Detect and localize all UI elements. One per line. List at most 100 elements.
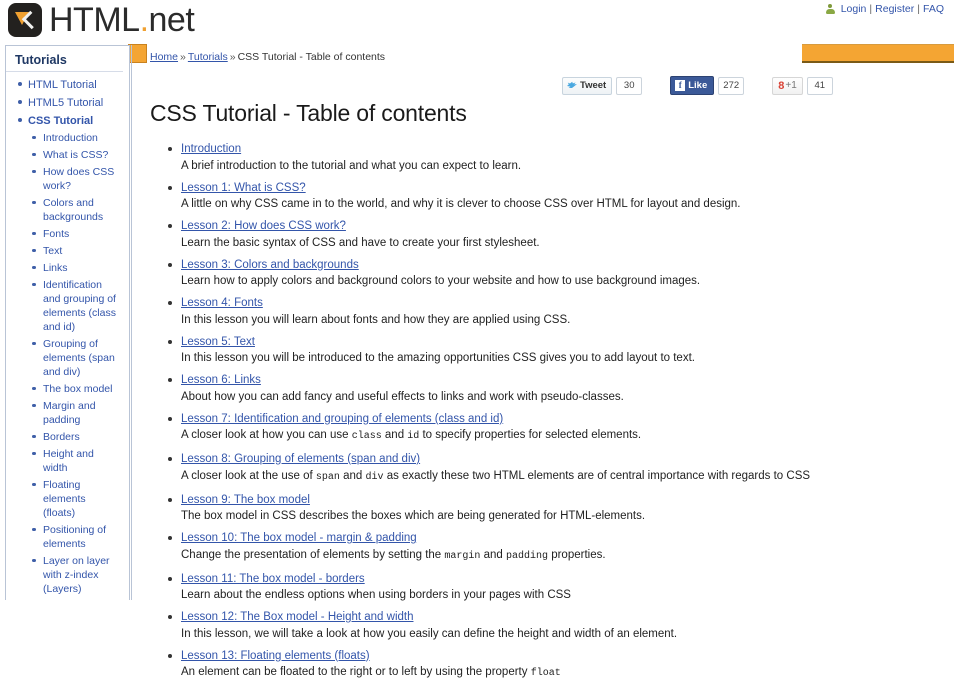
- sidebar-sublink-text[interactable]: Text: [43, 245, 62, 257]
- list-item: Introduction A brief introduction to the…: [150, 142, 940, 173]
- twitter-share[interactable]: Tweet 30: [562, 76, 643, 95]
- bullet-icon: [168, 576, 172, 581]
- sidebar-subitem[interactable]: Introduction: [28, 131, 123, 145]
- sidebar-subitem[interactable]: Height and width: [28, 447, 123, 475]
- sidebar-subitem[interactable]: Links: [28, 261, 123, 275]
- list-item: Lesson 9: The box model The box model in…: [150, 493, 940, 524]
- toc-link-lesson-9[interactable]: Lesson 9: The box model: [181, 494, 310, 506]
- bullet-icon: [18, 82, 22, 86]
- sidebar-subitem[interactable]: What is CSS?: [28, 148, 123, 162]
- social-share-bar: Tweet 30 f Like 272 8 +1 41: [562, 76, 833, 95]
- bullet-icon: [168, 339, 172, 344]
- sidebar-link-html5-tutorial[interactable]: HTML5 Tutorial: [28, 97, 103, 109]
- toc-code-class: class: [351, 431, 382, 442]
- toc-desc: Change the presentation of elements by s…: [181, 548, 940, 564]
- breadcrumb-home[interactable]: Home: [150, 51, 178, 63]
- toc-desc-pre: Learn how to apply colors and background…: [181, 275, 701, 287]
- bullet-icon: [168, 615, 172, 619]
- bullet-icon: [168, 653, 172, 658]
- breadcrumb-chevron-1: »: [180, 51, 186, 63]
- toc-link-lesson-13[interactable]: Lesson 13: Floating elements (floats): [181, 650, 370, 662]
- toc-link-lesson-3[interactable]: Lesson 3: Colors and backgrounds: [181, 259, 359, 271]
- twitter-bird-icon: [567, 81, 577, 89]
- toc-link-lesson-7[interactable]: Lesson 7: Identification and grouping of…: [181, 413, 503, 425]
- sidebar-subitem[interactable]: Borders: [28, 430, 123, 444]
- sidebar-sublink-floating-elements[interactable]: Floating elements (floats): [43, 479, 86, 519]
- sidebar-item-html-tutorial[interactable]: HTML Tutorial: [6, 77, 129, 92]
- list-item: Lesson 6: Links About how you can add fa…: [150, 373, 940, 404]
- bullet-icon: [168, 497, 172, 502]
- toc-link-lesson-1[interactable]: Lesson 1: What is CSS?: [181, 182, 306, 194]
- toc-link-introduction[interactable]: Introduction: [181, 143, 241, 155]
- sidebar-sublink-fonts[interactable]: Fonts: [43, 228, 69, 240]
- google-plus-one-button[interactable]: 8 +1: [772, 76, 803, 95]
- bullet-icon: [168, 147, 172, 151]
- toc-desc-pre: A brief introduction to the tutorial and…: [181, 159, 522, 172]
- bullet-icon: [32, 231, 36, 235]
- bullet-icon: [32, 451, 36, 455]
- site-header: HTML.net: [0, 0, 954, 44]
- toc-desc-post: as exactly these two HTML elements are o…: [383, 469, 811, 482]
- sidebar-link-css-tutorial[interactable]: CSS Tutorial: [28, 115, 93, 127]
- sidebar-sublink-links[interactable]: Links: [43, 262, 68, 274]
- toc-link-lesson-10[interactable]: Lesson 10: The box model - margin & padd…: [181, 532, 417, 544]
- list-item: Lesson 13: Floating elements (floats) An…: [150, 649, 940, 682]
- toc-desc-mid: and: [480, 548, 506, 561]
- toc-link-lesson-6[interactable]: Lesson 6: Links: [181, 374, 261, 386]
- toc-link-lesson-5[interactable]: Lesson 5: Text: [181, 336, 255, 348]
- tweet-button[interactable]: Tweet: [562, 76, 613, 95]
- toc-link-lesson-8[interactable]: Lesson 8: Grouping of elements (span and…: [181, 453, 420, 465]
- tweet-label: Tweet: [580, 80, 607, 91]
- sidebar-link-html-tutorial[interactable]: HTML Tutorial: [28, 79, 97, 91]
- sidebar-subitem[interactable]: Positioning of elements: [28, 523, 123, 551]
- toc-link-lesson-4[interactable]: Lesson 4: Fonts: [181, 297, 263, 309]
- sidebar-sublink-margin-and-padding[interactable]: Margin and padding: [43, 400, 96, 426]
- sidebar-subitem[interactable]: Identification and grouping of elements …: [28, 278, 123, 334]
- sidebar-subitem[interactable]: Floating elements (floats): [28, 478, 123, 520]
- sidebar-sublink-colors-and-backgrounds[interactable]: Colors and backgrounds: [43, 197, 103, 223]
- toc-desc: In this lesson you will be introduced to…: [181, 351, 940, 365]
- sidebar-subitem[interactable]: Colors and backgrounds: [28, 196, 123, 224]
- sidebar-subitem[interactable]: How does CSS work?: [28, 165, 123, 193]
- list-item: Lesson 12: The Box model - Height and wi…: [150, 610, 940, 641]
- toc-link-lesson-11[interactable]: Lesson 11: The box model - borders: [181, 573, 365, 585]
- facebook-like-button[interactable]: f Like: [670, 76, 715, 95]
- toc-code-span: span: [315, 471, 340, 483]
- google-plus-label: +1: [785, 80, 797, 91]
- sidebar-sublink-layer-on-layer-z-index[interactable]: Layer on layer with z-index (Layers): [43, 555, 110, 595]
- sidebar-sublink-how-does-css-work[interactable]: How does CSS work?: [43, 166, 114, 192]
- facebook-icon: f: [675, 80, 686, 91]
- google-plus-share[interactable]: 8 +1 41: [772, 76, 833, 95]
- sidebar-sublink-height-and-width[interactable]: Height and width: [43, 448, 94, 474]
- sidebar-item-html5-tutorial[interactable]: HTML5 Tutorial: [6, 95, 129, 110]
- sidebar-heading-tutorials: Tutorials: [6, 46, 123, 72]
- sidebar-subitem[interactable]: Grouping of elements (span and div): [28, 337, 123, 379]
- logo-text-dot: .: [139, 1, 149, 39]
- sidebar-sublink-grouping-of-elements[interactable]: Grouping of elements (span and div): [43, 338, 115, 378]
- breadcrumb: Home» Tutorials» CSS Tutorial - Table of c…: [150, 51, 385, 63]
- breadcrumb-tutorials[interactable]: Tutorials: [188, 51, 228, 63]
- sidebar-sublink-borders[interactable]: Borders: [43, 431, 80, 443]
- toc-desc-pre: The box model in CSS describes the boxes…: [181, 510, 646, 522]
- toc-link-lesson-12[interactable]: Lesson 12: The Box model - Height and wi…: [181, 611, 413, 623]
- sidebar-sublink-the-box-model[interactable]: The box model: [43, 383, 112, 395]
- toc-desc-pre: A closer look at how you can use: [181, 429, 352, 441]
- site-logo[interactable]: HTML.net: [8, 1, 195, 39]
- sidebar-subitem[interactable]: Margin and padding: [28, 399, 123, 427]
- toc-desc: A closer look at the use of span and div…: [181, 469, 940, 485]
- toc-desc-pre: In this lesson you will be introduced to…: [181, 352, 695, 364]
- toc-desc: A brief introduction to the tutorial and…: [181, 159, 940, 173]
- toc-link-lesson-2[interactable]: Lesson 2: How does CSS work?: [181, 220, 346, 232]
- sidebar-subitem[interactable]: The box model: [28, 382, 123, 396]
- sidebar-subitem[interactable]: Fonts: [28, 227, 123, 241]
- sidebar-sublink-identification-and-grouping[interactable]: Identification and grouping of elements …: [43, 279, 116, 333]
- sidebar-item-css-tutorial[interactable]: CSS Tutorial Introduction What is CSS? H…: [6, 113, 129, 600]
- sidebar-sublink-positioning-of-elements[interactable]: Positioning of elements: [43, 524, 106, 550]
- bullet-icon: [32, 135, 36, 139]
- sidebar-subitem[interactable]: Text: [28, 244, 123, 258]
- facebook-share[interactable]: f Like 272: [670, 76, 745, 95]
- sidebar-sublink-what-is-css[interactable]: What is CSS?: [43, 149, 108, 161]
- sidebar-sublink-introduction[interactable]: Introduction: [43, 132, 98, 144]
- list-item: Lesson 4: Fonts In this lesson you will …: [150, 296, 940, 327]
- sidebar-subitem[interactable]: Layer on layer with z-index (Layers): [28, 554, 123, 596]
